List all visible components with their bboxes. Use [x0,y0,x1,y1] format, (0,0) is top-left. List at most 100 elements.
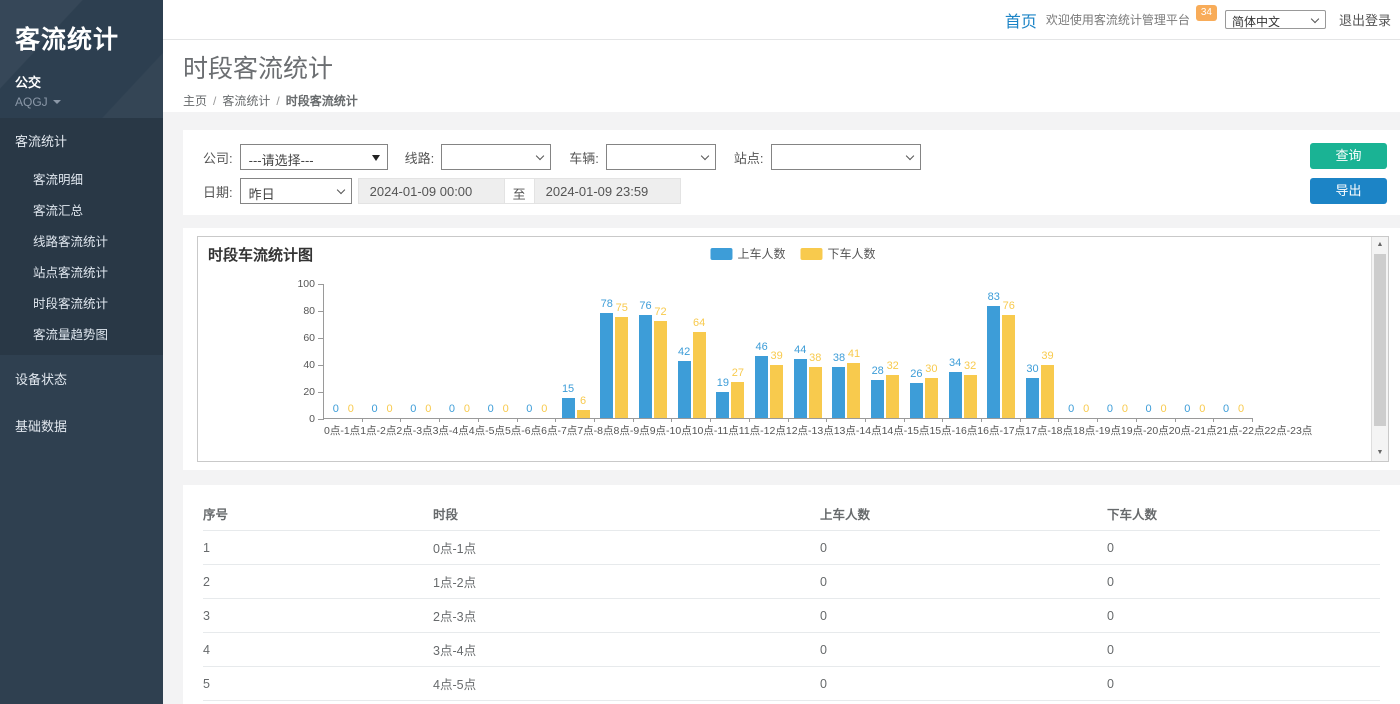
filter-row-2: 日期: 昨日 2024-01-09 00:00 至 2024-01-09 23:… [203,178,1300,204]
language-select[interactable]: 简体中文 [1225,10,1326,29]
y-axis-tick [318,338,324,339]
table-cell: 5点-6点 [433,701,820,704]
sidebar-item-passenger-detail[interactable]: 客流明细 [0,163,163,194]
bar-value-label: 0 [410,403,416,415]
chart-title: 时段车流统计图 [208,244,313,265]
table-column-header: 时段 [433,497,820,531]
sidebar-item-device-status[interactable]: 设备状态 [0,355,163,402]
sidebar-item-period-passenger-stats[interactable]: 时段客流统计 [0,287,163,318]
station-select[interactable] [771,144,921,170]
bar-value-label: 0 [488,403,494,415]
chart-scrollbar[interactable]: ▲ ▼ [1371,237,1388,461]
bar: 38 [832,367,845,418]
org-name: 公交 [15,72,148,91]
bar: 19 [716,392,729,418]
breadcrumb-separator: / [276,94,279,108]
table-cell: 6 [203,701,433,704]
sidebar-item-passenger-stats[interactable]: 客流统计 [0,118,163,163]
bar: 32 [964,375,977,418]
table-cell: 1点-2点 [433,565,820,599]
bar: 72 [654,321,667,418]
line-select[interactable] [441,144,551,170]
vehicle-label: 车辆: [569,148,599,167]
company-select[interactable]: ---请选择--- [240,144,388,170]
date-to-label: 至 [505,178,534,204]
table-cell: 0 [820,633,1107,667]
legend-item[interactable]: 下车人数 [801,245,876,262]
bar-group: 00 [1214,284,1253,418]
bar-group: 00 [1137,284,1176,418]
bar: 39 [770,365,783,418]
app-title: 客流统计 [15,20,148,56]
welcome-text: 欢迎使用客流统计管理平台 [1046,11,1190,28]
vehicle-select[interactable] [606,144,716,170]
sidebar-item-station-passenger-stats[interactable]: 站点客流统计 [0,256,163,287]
table-row: 43点-4点00 [203,633,1380,667]
query-button[interactable]: 查询 [1310,143,1387,169]
y-axis-label: 100 [297,278,315,290]
scroll-down-arrow-icon[interactable]: ▼ [1372,445,1388,461]
y-axis-label: 60 [303,332,315,344]
bar-value-label: 6 [580,395,586,407]
logout-link[interactable]: 退出登录 [1339,10,1391,29]
sidebar-item-passenger-trend-chart[interactable]: 客流量趋势图 [0,318,163,349]
sidebar-section-passenger-stats: 客流统计客流明细客流汇总线路客流统计站点客流统计时段客流统计客流量趋势图 [0,118,163,355]
bar-group: 7672 [634,284,673,418]
table-cell: 4点-5点 [433,667,820,701]
date-preset-value: 昨日 [249,187,275,202]
legend-label: 下车人数 [828,245,876,262]
org-code-dropdown[interactable]: AQGJ [15,95,148,109]
sidebar-item-line-passenger-stats[interactable]: 线路客流统计 [0,225,163,256]
legend-item[interactable]: 上车人数 [710,245,785,262]
date-start-input[interactable]: 2024-01-09 00:00 [358,178,505,204]
bar: 27 [731,382,744,418]
sidebar-item-passenger-summary[interactable]: 客流汇总 [0,194,163,225]
table-header-row: 序号时段上车人数下车人数 [203,497,1380,531]
content-area: 公司: ---请选择--- 线路: 车辆: 站点: [163,112,1400,704]
org-code-label: AQGJ [15,95,48,109]
breadcrumb-item[interactable]: 客流统计 [222,94,270,108]
notification-badge[interactable]: 34 [1196,5,1217,21]
bar-value-label: 0 [386,403,392,415]
bar-value-label: 30 [925,363,937,375]
export-button[interactable]: 导出 [1310,178,1387,204]
x-axis-tick [594,418,595,422]
bar-group: 00 [1175,284,1214,418]
app-window: 客流统计 公交 AQGJ 客流统计客流明细客流汇总线路客流统计站点客流统计时段客… [0,0,1400,704]
scroll-up-arrow-icon[interactable]: ▲ [1372,237,1388,253]
x-axis-label: 0点-1点 [324,423,360,438]
bar-group: 00 [324,284,363,418]
bar-value-label: 0 [425,403,431,415]
table-cell: 0 [1107,667,1380,701]
x-axis-tick [1252,418,1253,422]
breadcrumb-item: 时段客流统计 [286,94,358,108]
table-cell: 0 [820,531,1107,565]
bar: 32 [886,375,899,418]
bar-group: 3841 [827,284,866,418]
chart-legend: 上车人数 下车人数 [710,245,875,262]
x-axis-tick [1213,418,1214,422]
x-axis-label: 12点-13点 [786,423,834,438]
home-link[interactable]: 首页 [1005,8,1037,32]
chevron-down-icon [905,152,913,160]
bar-group: 156 [556,284,595,418]
x-axis-tick [633,418,634,422]
sidebar-item-base-data[interactable]: 基础数据 [0,402,163,449]
scrollbar-thumb[interactable] [1374,254,1386,426]
table-row: 65点-6点00 [203,701,1380,704]
date-preset-select[interactable]: 昨日 [240,178,352,204]
bar-value-label: 0 [449,403,455,415]
breadcrumb-item[interactable]: 主页 [183,94,207,108]
bar-group: 8376 [982,284,1021,418]
y-axis-label: 0 [309,413,315,425]
table-cell: 0 [820,667,1107,701]
bar-group: 00 [1059,284,1098,418]
bar-value-label: 30 [1026,363,1038,375]
date-end-input[interactable]: 2024-01-09 23:59 [534,178,681,204]
main-area: 首页 欢迎使用客流统计管理平台 34 简体中文 退出登录 时段客流统计 主页 / 客… [163,0,1400,704]
bar-value-label: 76 [1003,300,1015,312]
y-axis-label: 80 [303,305,315,317]
top-header: 首页 欢迎使用客流统计管理平台 34 简体中文 退出登录 [163,0,1400,40]
table-column-header: 上车人数 [820,497,1107,531]
bar: 34 [949,372,962,418]
